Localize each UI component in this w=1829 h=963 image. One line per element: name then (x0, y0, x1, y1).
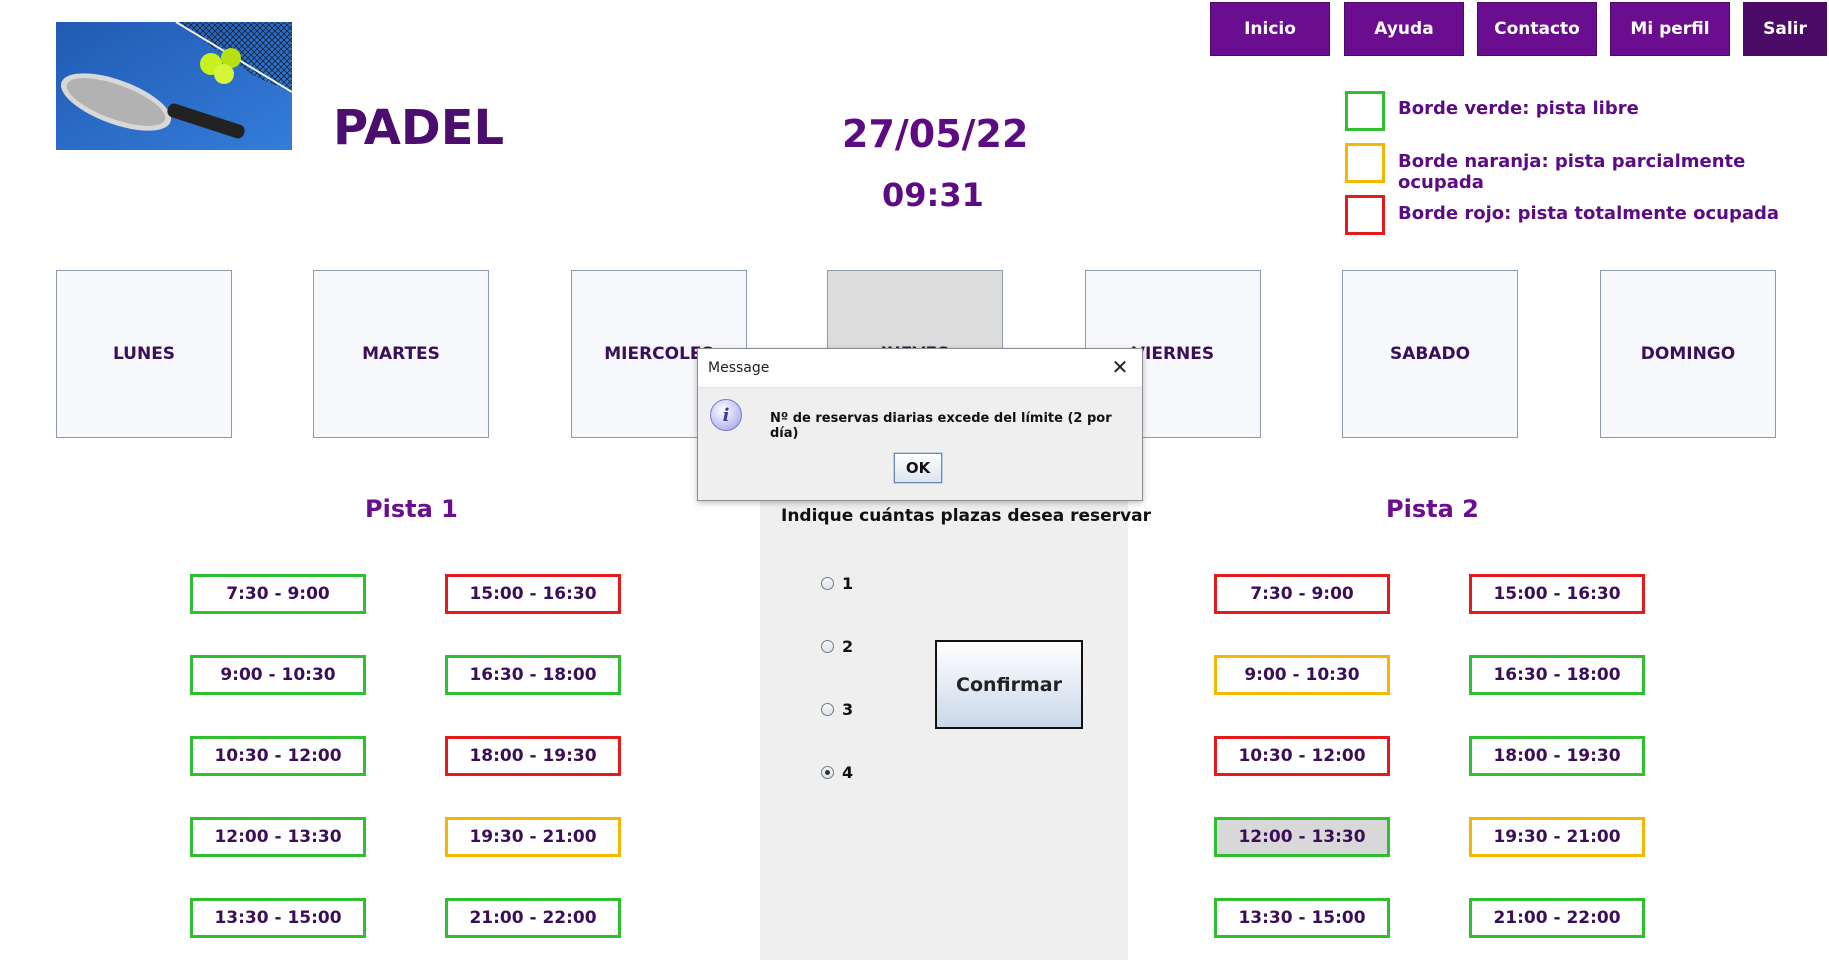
nav-mi-perfil-button[interactable]: Mi perfil (1610, 2, 1730, 56)
pista1-slot[interactable]: 19:30 - 21:00 (445, 817, 621, 857)
radio-button[interactable] (821, 703, 834, 716)
radio-label: 3 (842, 700, 854, 719)
close-icon[interactable]: ✕ (1108, 355, 1132, 379)
pista2-slot[interactable]: 9:00 - 10:30 (1214, 655, 1390, 695)
legend-red-swatch (1345, 195, 1385, 235)
legend-green-label: Borde verde: pista libre (1398, 98, 1639, 119)
booking-question: Indique cuántas plazas desea reservar (781, 506, 1152, 526)
pista2-slot-selected[interactable]: 12:00 - 13:30 (1214, 817, 1390, 857)
dialog-message: Nº de reservas diarias excede del límite… (770, 411, 1112, 441)
radio-button[interactable] (821, 640, 834, 653)
pista-2-title: Pista 2 (1386, 495, 1479, 523)
nav-contacto-button[interactable]: Contacto (1477, 2, 1597, 56)
pista1-slot[interactable]: 9:00 - 10:30 (190, 655, 366, 695)
seats-option-2[interactable]: 2 (821, 637, 853, 656)
seats-option-3[interactable]: 3 (821, 700, 853, 719)
pista1-slot[interactable]: 21:00 - 22:00 (445, 898, 621, 938)
day-martes-button[interactable]: MARTES (313, 270, 489, 438)
pista2-slot[interactable]: 15:00 - 16:30 (1469, 574, 1645, 614)
page-title: PADEL (333, 100, 505, 156)
pista2-slot[interactable]: 7:30 - 9:00 (1214, 574, 1390, 614)
current-time: 09:31 (882, 176, 984, 214)
nav-ayuda-button[interactable]: Ayuda (1344, 2, 1464, 56)
pista1-slot[interactable]: 16:30 - 18:00 (445, 655, 621, 695)
dialog-title: Message (708, 360, 770, 376)
ok-button[interactable]: OK (893, 452, 943, 484)
pista1-slot[interactable]: 12:00 - 13:30 (190, 817, 366, 857)
day-domingo-button[interactable]: DOMINGO (1600, 270, 1776, 438)
pista1-slot[interactable]: 18:00 - 19:30 (445, 736, 621, 776)
info-icon: i (710, 399, 742, 431)
pista1-slot[interactable]: 7:30 - 9:00 (190, 574, 366, 614)
day-lunes-button[interactable]: LUNES (56, 270, 232, 438)
nav-salir-button[interactable]: Salir (1743, 2, 1827, 56)
pista1-slot[interactable]: 13:30 - 15:00 (190, 898, 366, 938)
nav-inicio-button[interactable]: Inicio (1210, 2, 1330, 56)
radio-label: 4 (842, 763, 854, 782)
padel-logo-image (56, 22, 292, 150)
day-sabado-button[interactable]: SABADO (1342, 270, 1518, 438)
message-dialog: Message ✕ i Nº de reservas diarias exced… (697, 348, 1143, 501)
seats-option-4[interactable]: 4 (821, 763, 853, 782)
legend-orange-label: Borde naranja: pista parcialmente ocupad… (1398, 151, 1746, 193)
radio-button-checked[interactable] (821, 766, 834, 779)
pista1-slot[interactable]: 10:30 - 12:00 (190, 736, 366, 776)
legend-green-swatch (1345, 91, 1385, 131)
pista2-slot[interactable]: 10:30 - 12:00 (1214, 736, 1390, 776)
legend-red-label: Borde rojo: pista totalmente ocupada (1398, 203, 1780, 224)
pista2-slot[interactable]: 19:30 - 21:00 (1469, 817, 1645, 857)
confirm-button[interactable]: Confirmar (935, 640, 1083, 729)
current-date: 27/05/22 (842, 112, 1029, 156)
radio-button[interactable] (821, 577, 834, 590)
pista1-slot[interactable]: 15:00 - 16:30 (445, 574, 621, 614)
pista2-slot[interactable]: 18:00 - 19:30 (1469, 736, 1645, 776)
pista2-slot[interactable]: 16:30 - 18:00 (1469, 655, 1645, 695)
dialog-titlebar[interactable]: Message ✕ (698, 349, 1142, 388)
radio-label: 1 (842, 574, 854, 593)
seats-option-1[interactable]: 1 (821, 574, 853, 593)
radio-label: 2 (842, 637, 854, 656)
pista2-slot[interactable]: 21:00 - 22:00 (1469, 898, 1645, 938)
legend-orange-swatch (1345, 143, 1385, 183)
pista2-slot[interactable]: 13:30 - 15:00 (1214, 898, 1390, 938)
pista-1-title: Pista 1 (365, 495, 458, 523)
